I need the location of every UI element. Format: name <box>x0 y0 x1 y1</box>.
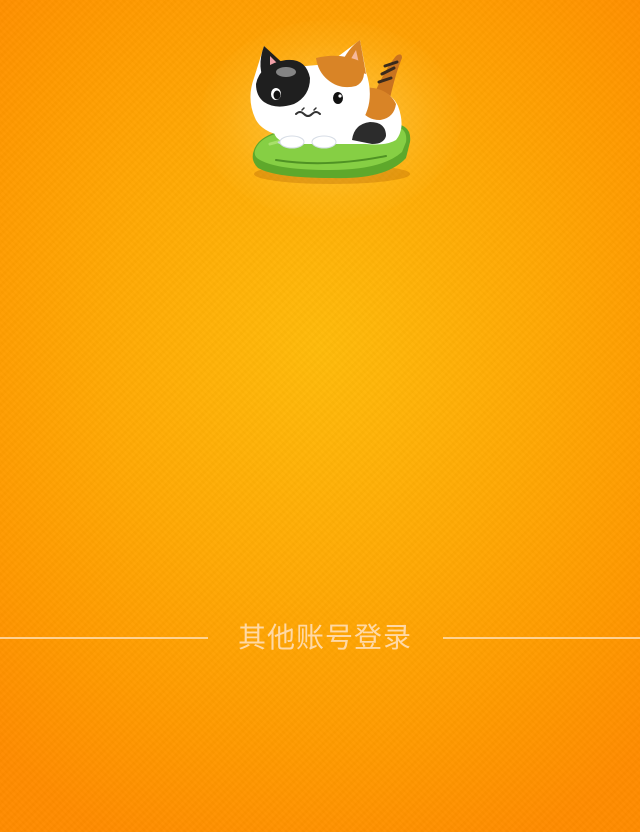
other-account-login-link[interactable]: 其他账号登录 <box>218 618 432 658</box>
other-login-divider: 其他账号登录 <box>0 618 640 658</box>
cat-logo-icon <box>250 40 411 184</box>
divider-line-right <box>443 637 640 639</box>
divider-line-left <box>0 637 208 639</box>
